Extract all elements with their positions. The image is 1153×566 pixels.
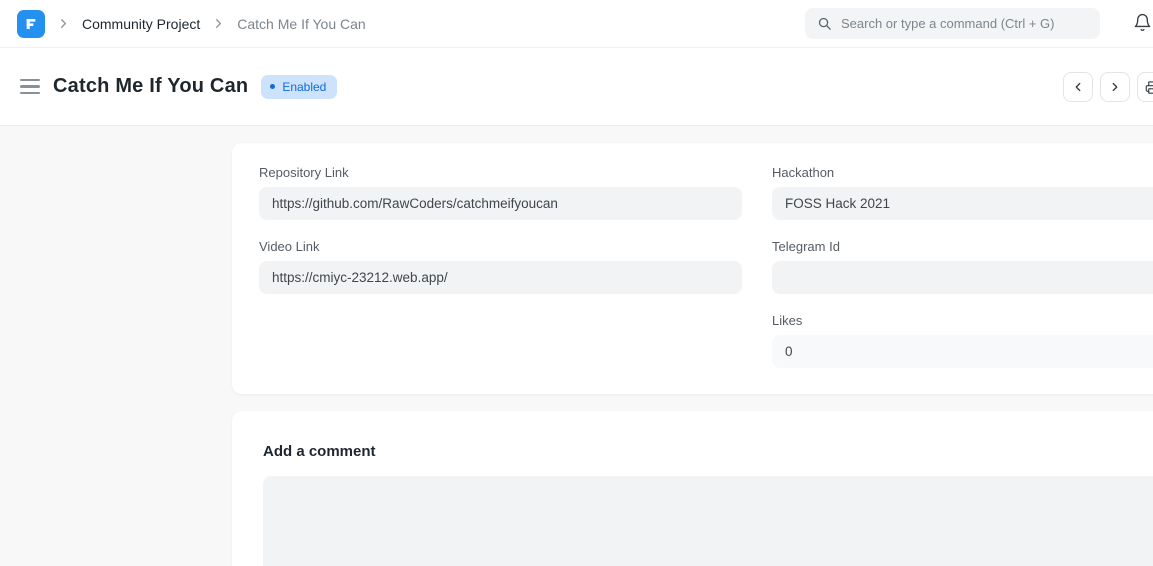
form-layout: Repository Link Video Link Hackathon Tel…	[232, 143, 1153, 566]
printer-icon	[1145, 80, 1153, 95]
breadcrumb: Community Project Catch Me If You Can	[17, 10, 366, 38]
status-badge-label: Enabled	[282, 81, 326, 93]
form-section-card: Repository Link Video Link Hackathon Tel…	[232, 143, 1153, 394]
top-navbar: Community Project Catch Me If You Can	[0, 0, 1153, 48]
field-label: Repository Link	[259, 165, 742, 180]
notifications-button[interactable]	[1133, 13, 1152, 32]
search-icon	[817, 16, 832, 31]
breadcrumb-item-community-project[interactable]: Community Project	[82, 16, 200, 32]
previous-document-button[interactable]	[1063, 72, 1093, 102]
status-badge: Enabled	[261, 75, 337, 99]
video-link-input[interactable]	[259, 261, 742, 294]
status-dot-icon	[270, 84, 275, 89]
field-label: Telegram Id	[772, 239, 1153, 254]
comment-section-heading: Add a comment	[263, 443, 1153, 460]
breadcrumb-item-current[interactable]: Catch Me If You Can	[237, 16, 365, 32]
field-label: Video Link	[259, 239, 742, 254]
search-input[interactable]	[841, 16, 1088, 31]
form-column-left: Repository Link Video Link	[259, 165, 742, 368]
frappe-logo-icon	[23, 16, 39, 32]
comment-input[interactable]	[263, 476, 1153, 566]
field-label: Hackathon	[772, 165, 1153, 180]
form-column-right: Hackathon Telegram Id Likes	[772, 165, 1153, 368]
telegram-id-input[interactable]	[772, 261, 1153, 294]
app-logo[interactable]	[17, 10, 45, 38]
sidebar-toggle-button[interactable]	[18, 75, 42, 98]
field-label: Likes	[772, 313, 1153, 328]
content-area: Repository Link Video Link Hackathon Tel…	[0, 128, 1153, 566]
bell-icon	[1133, 13, 1152, 32]
chevron-right-icon	[1108, 80, 1122, 94]
likes-input[interactable]	[772, 335, 1153, 368]
print-button[interactable]	[1137, 72, 1153, 102]
likes-field: Likes	[772, 313, 1153, 368]
next-document-button[interactable]	[1100, 72, 1130, 102]
page-title: Catch Me If You Can	[53, 75, 248, 98]
page-header: Catch Me If You Can Enabled	[0, 48, 1153, 126]
telegram-id-field: Telegram Id	[772, 239, 1153, 294]
video-link-field: Video Link	[259, 239, 742, 294]
hackathon-input[interactable]	[772, 187, 1153, 220]
chevron-right-icon	[56, 16, 71, 31]
chevron-left-icon	[1071, 80, 1085, 94]
hackathon-field: Hackathon	[772, 165, 1153, 220]
header-actions	[1063, 72, 1153, 102]
comment-section-card: Add a comment	[232, 411, 1153, 566]
repository-link-field: Repository Link	[259, 165, 742, 220]
chevron-right-icon	[211, 16, 226, 31]
repository-link-input[interactable]	[259, 187, 742, 220]
global-search[interactable]	[805, 8, 1100, 39]
